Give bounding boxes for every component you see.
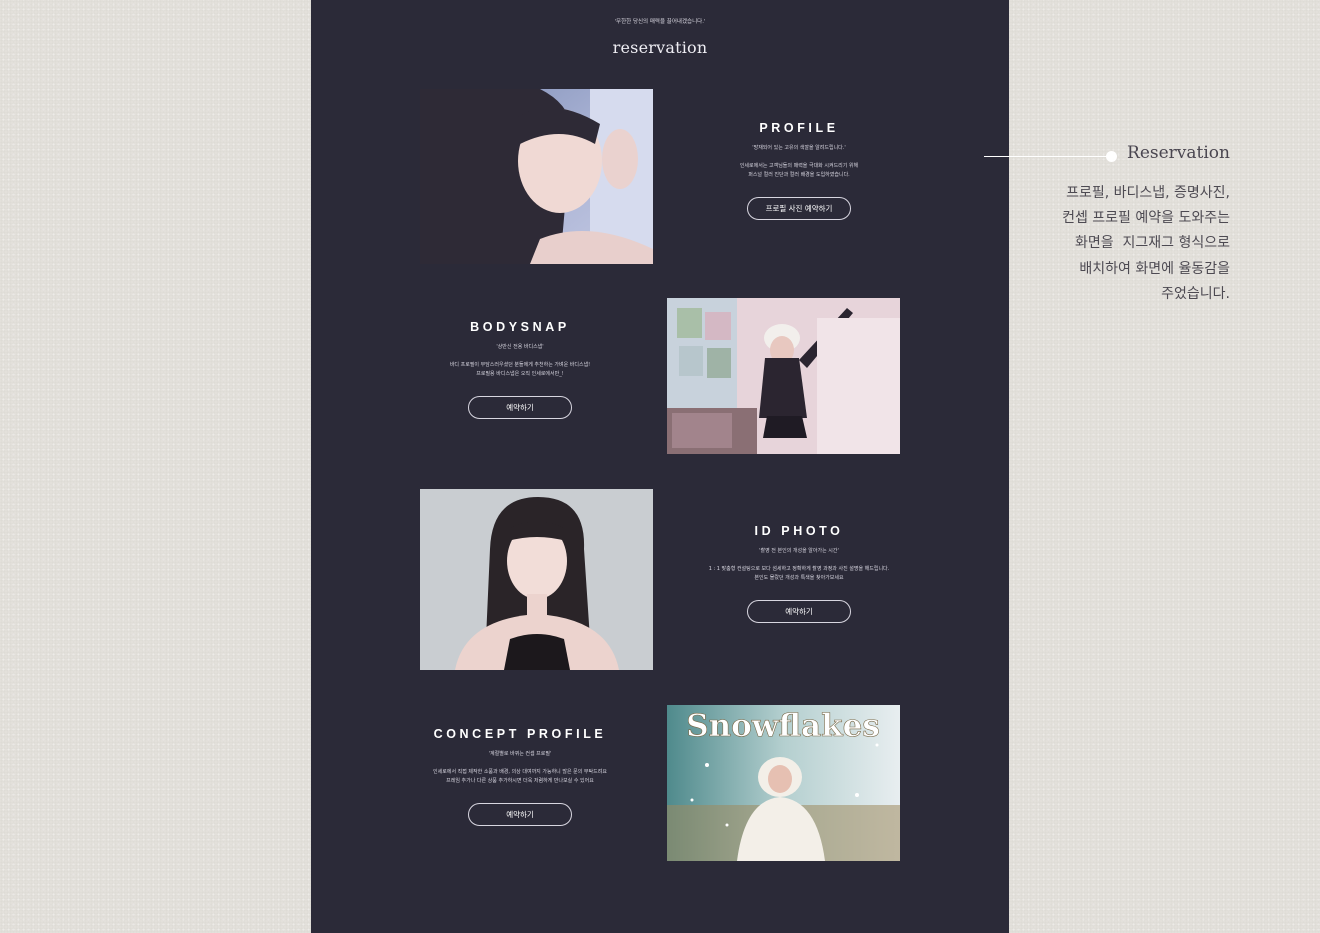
annotation-line: 배치하여 화면에 율동감을 [1079, 260, 1230, 277]
concept-profile-description-line: 인세로에서 직접 제작한 소품과 배경, 의상 대여까지 가능하니 많은 문의 … [433, 769, 607, 775]
concept-profile-description-line: 프레임 추가나 다른 상품 추가하시면 더욱 저렴하게 만나보실 수 있어요 [446, 777, 594, 784]
profile-reserve-button[interactable]: 프로필 사진 예약하기 [747, 197, 851, 220]
bodysnap-subtitle: '상반신 전용 바디스냅' [496, 344, 544, 350]
bodysnap-photo [667, 298, 900, 454]
profile-subtitle: '망재되어 있는 고유의 색깔을 알려드립니다.' [752, 145, 846, 151]
id-photo-title: ID PHOTO [754, 524, 844, 538]
bodysnap-section: BODYSNAP '상반신 전용 바디스냅' 바디 프로필이 부담스러우셨던 분… [404, 320, 636, 419]
concept-profile-title: CONCEPT PROFILE [433, 727, 607, 741]
snowflakes-image-text: Snowflakes [686, 708, 880, 744]
profile-photo [420, 89, 653, 264]
bodysnap-description-line: 바디 프로필이 부담스러우셨던 분들에게 추천하는 가벼운 바디스냅! [449, 362, 591, 368]
concept-profile-reserve-button[interactable]: 예약하기 [468, 803, 572, 826]
concept-profile-photo: Snowflakes [667, 705, 900, 861]
concept-profile-description: 인세로에서 직접 제작한 소품과 배경, 의상 대여까지 가능하니 많은 문의 … [404, 768, 636, 785]
id-photo-description: 1 : 1 맞춤형 컨설팅으로 보다 섬세하고 정확하게 촬영 과정과 사진 설… [683, 565, 915, 582]
concept-profile-subtitle: '계절별로 바뀌는 컨셉 프로필' [488, 751, 552, 757]
id-photo-description-line: 1 : 1 맞춤형 컨설팅으로 보다 섬세하고 정확하게 촬영 과정과 사진 설… [708, 566, 890, 572]
annotation-title: Reservation [1127, 143, 1230, 163]
bodysnap-reserve-button[interactable]: 예약하기 [468, 396, 572, 419]
annotation-line: 컨셉 프로필 예약을 도와주는 [1062, 210, 1230, 227]
profile-description: 인세로에서는 고객님들의 매력을 극대화 시켜드리기 위해 퍼스널 컬러 진단과… [683, 162, 915, 179]
annotation-line: 화면을 지그재그 형식으로 [1074, 235, 1230, 252]
annotation-description: 프로필, 바디스냅, 증명사진, 컨셉 프로필 예약을 도와주는 화면을 지그재… [1040, 181, 1230, 307]
bodysnap-description: 바디 프로필이 부담스러우셨던 분들에게 추천하는 가벼운 바디스냅! 프로필용… [404, 361, 636, 378]
bodysnap-title: BODYSNAP [470, 320, 570, 334]
page-tagline: '무한한 당신의 매력을 끌어내겠습니다.' [614, 19, 706, 25]
profile-description-line: 인세로에서는 고객님들의 매력을 극대화 시켜드리기 위해 [739, 163, 859, 169]
id-photo-description-line: 본인도 몰랐던 개성과 특색을 찾아가보세요 [754, 574, 844, 581]
profile-description-line: 퍼스널 컬러 진단과 컬러 배경을 도입하였습니다. [748, 171, 850, 178]
concept-profile-section: CONCEPT PROFILE '계절별로 바뀌는 컨셉 프로필' 인세로에서 … [404, 727, 636, 826]
id-photo-section: ID PHOTO '촬영 전 본인의 개성을 알아가는 시간' 1 : 1 맞춤… [683, 524, 915, 623]
bodysnap-description-line: 프로필용 바디스냅은 오직 인세로에서만_! [476, 370, 564, 377]
annotation-connector-line [984, 156, 1110, 157]
profile-title: PROFILE [759, 121, 839, 135]
profile-section: PROFILE '망재되어 있는 고유의 색깔을 알려드립니다.' 인세로에서는… [683, 121, 915, 220]
id-photo-subtitle: '촬영 전 본인의 개성을 알아가는 시간' [759, 548, 839, 554]
annotation-line: 주었습니다. [1161, 285, 1230, 302]
reservation-page-panel: '무한한 당신의 매력을 끌어내겠습니다.' reservation PROFI… [311, 0, 1009, 933]
id-photo-photo [420, 489, 653, 670]
page-logo[interactable]: reservation [311, 38, 1009, 57]
id-photo-reserve-button[interactable]: 예약하기 [747, 600, 851, 623]
annotation-line: 프로필, 바디스냅, 증명사진, [1066, 185, 1230, 201]
